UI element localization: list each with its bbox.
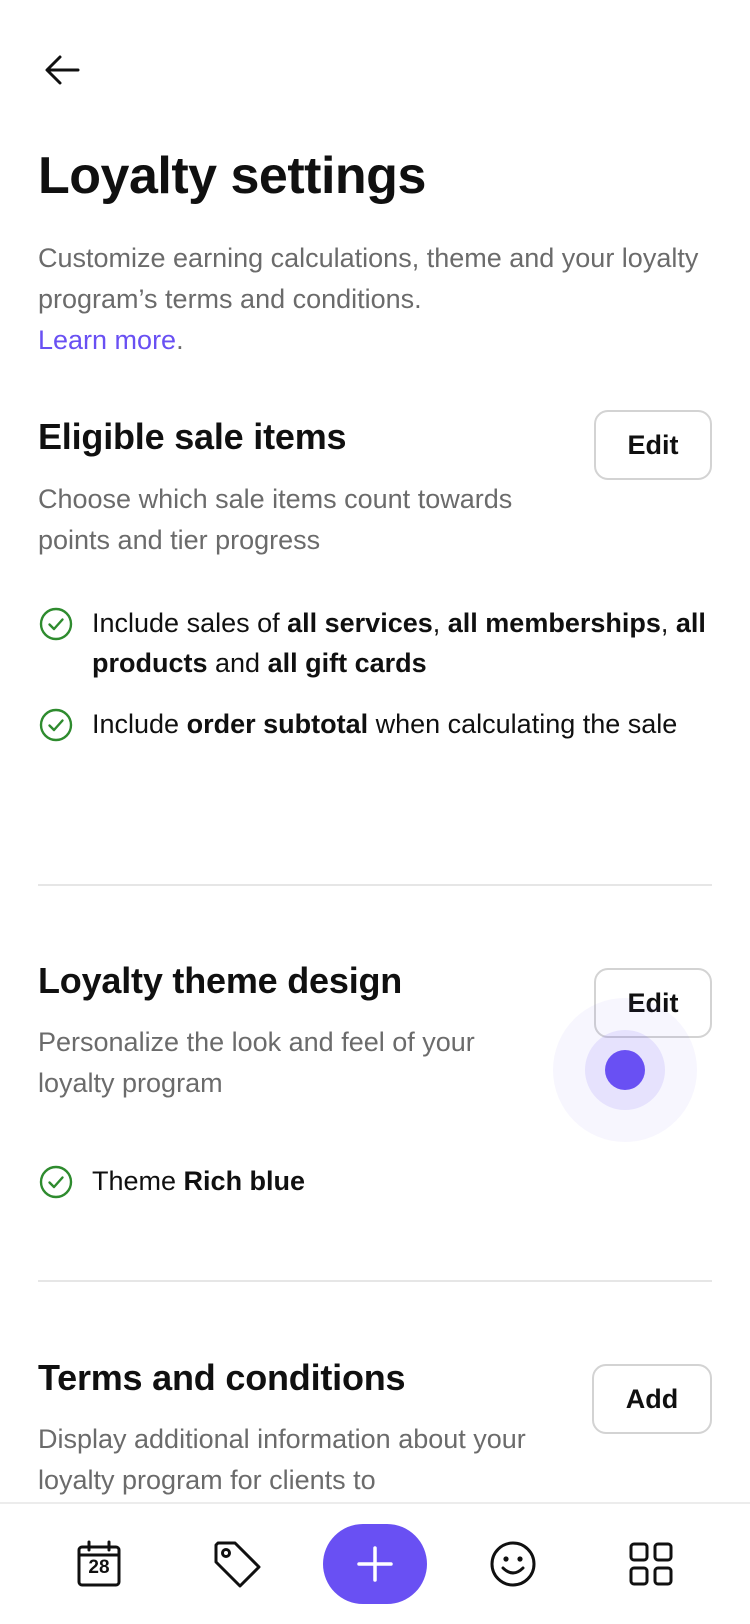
page-description: Customize earning calculations, theme an…: [38, 238, 718, 361]
text-part: ,: [660, 608, 676, 638]
nav-calendar[interactable]: 28: [47, 1524, 151, 1604]
check-circle-icon: [39, 607, 73, 641]
nav-clients[interactable]: [461, 1524, 565, 1604]
text-part: when calculating the sale: [368, 709, 678, 739]
bottom-navigation: 28: [0, 1502, 750, 1624]
calendar-day-number: 28: [88, 1557, 110, 1578]
loyalty-theme-design-title: Loyalty theme design: [38, 960, 403, 1001]
eligible-item-row: Include order subtotal when calculating …: [38, 704, 718, 744]
plus-icon: [357, 1546, 393, 1582]
terms-and-conditions-title: Terms and conditions: [38, 1357, 406, 1398]
tag-icon: [214, 1541, 261, 1588]
eligible-sale-items-edit-button[interactable]: Edit: [594, 410, 712, 480]
theme-item-row: Theme Rich blue: [38, 1161, 718, 1201]
learn-more-link[interactable]: Learn more: [38, 325, 176, 355]
learn-more-suffix: .: [176, 325, 184, 355]
arrow-left-icon: [45, 55, 80, 85]
loyalty-theme-design-description: Personalize the look and feel of your lo…: [38, 1027, 475, 1098]
section-divider: [38, 1280, 712, 1282]
theme-item-text: Theme Rich blue: [92, 1161, 305, 1201]
eligible-item-text: Include sales of all services, all membe…: [92, 603, 718, 683]
loyalty-settings-page: Loyalty settings Customize earning calcu…: [0, 0, 750, 1624]
bold-part: order subtotal: [186, 709, 369, 739]
eligible-item-text: Include order subtotal when calculating …: [92, 704, 692, 744]
back-button[interactable]: [38, 46, 86, 94]
check-circle-icon: [39, 708, 73, 742]
check-circle-icon: [39, 1165, 73, 1199]
section-divider: [38, 884, 712, 886]
touch-dot: [605, 1050, 645, 1090]
eligible-item-row: Include sales of all services, all membe…: [38, 603, 718, 683]
grid-icon: [629, 1542, 673, 1586]
page-title: Loyalty settings: [38, 147, 426, 205]
text-part: Include sales of: [92, 608, 288, 638]
eligible-sale-items-description: Choose which sale items count towards po…: [38, 484, 513, 555]
text-part: Theme: [92, 1166, 184, 1196]
nav-sales[interactable]: [185, 1524, 289, 1604]
text-part: ,: [432, 608, 448, 638]
nav-more[interactable]: [599, 1524, 703, 1604]
bold-part: all memberships: [447, 608, 661, 638]
page-description-text: Customize earning calculations, theme an…: [38, 243, 699, 314]
bold-part: Rich blue: [183, 1166, 306, 1196]
loyalty-theme-edit-button[interactable]: Edit: [594, 968, 712, 1038]
eligible-sale-items-title: Eligible sale items: [38, 416, 347, 457]
bold-part: all services: [287, 608, 433, 638]
add-button[interactable]: [323, 1524, 427, 1604]
text-part: and: [207, 648, 268, 678]
terms-add-button[interactable]: Add: [592, 1364, 712, 1434]
smiley-icon: [490, 1541, 536, 1587]
bold-part: all gift cards: [267, 648, 427, 678]
text-part: Include: [92, 709, 187, 739]
touch-ripple: [585, 1030, 665, 1110]
terms-and-conditions-description: Display additional information about you…: [38, 1424, 526, 1495]
